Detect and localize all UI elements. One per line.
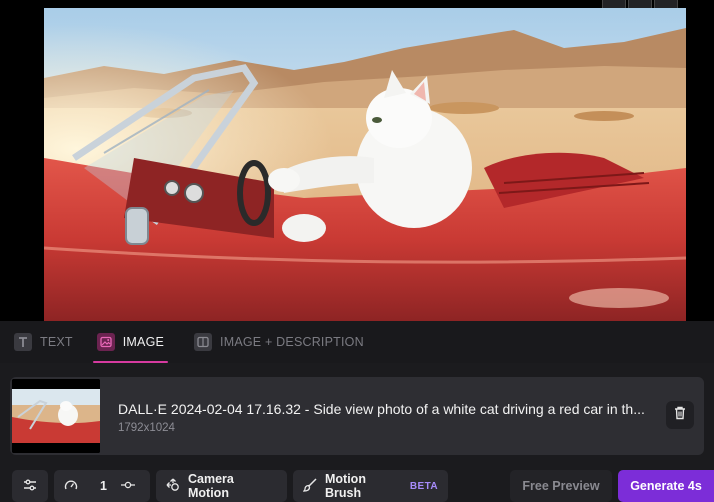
camera-motion-icon <box>166 478 180 495</box>
brush-icon <box>302 477 317 495</box>
uploaded-file-panel: DALL·E 2024-02-04 17.16.32 - Side view p… <box>0 363 714 463</box>
generate-button[interactable]: Generate 4s <box>618 470 714 502</box>
tab-label: IMAGE + DESCRIPTION <box>220 335 364 349</box>
seed-control: 1 <box>54 470 150 502</box>
input-mode-tabs: TEXT IMAGE IMAGE + DESCRIPTION <box>0 321 714 364</box>
image-description-icon <box>194 333 213 351</box>
uploaded-image-preview <box>44 8 686 321</box>
free-preview-button[interactable]: Free Preview <box>510 470 612 502</box>
sliders-icon <box>23 479 37 494</box>
speedometer-icon[interactable] <box>64 479 78 494</box>
motion-brush-label: Motion Brush <box>325 472 366 500</box>
delete-image-button[interactable] <box>666 401 694 429</box>
image-icon <box>96 333 115 351</box>
camera-motion-label: Camera Motion <box>188 472 234 500</box>
generation-toolbar: 1 Camera Motion Motion Brush BETA Free P… <box>0 463 714 502</box>
file-name: DALL·E 2024-02-04 17.16.32 - Side view p… <box>118 401 645 417</box>
uploaded-file-card: DALL·E 2024-02-04 17.16.32 - Side view p… <box>10 377 704 455</box>
tab-text[interactable]: TEXT <box>0 321 85 363</box>
file-dimensions: 1792x1024 <box>118 422 175 434</box>
tab-label: IMAGE <box>122 335 165 349</box>
trash-icon <box>674 406 686 425</box>
tab-image-description[interactable]: IMAGE + DESCRIPTION <box>182 321 376 363</box>
seed-icon[interactable] <box>120 479 135 493</box>
beta-badge: BETA <box>409 480 438 492</box>
tab-image[interactable]: IMAGE <box>85 321 176 363</box>
tab-label: TEXT <box>40 335 73 349</box>
motion-brush-button[interactable]: Motion Brush BETA <box>293 470 448 502</box>
text-icon <box>14 333 32 351</box>
seed-value[interactable]: 1 <box>100 479 107 493</box>
settings-button[interactable] <box>12 470 48 502</box>
video-preview-area <box>0 0 714 321</box>
image-thumbnail <box>12 379 100 453</box>
camera-motion-button[interactable]: Camera Motion <box>156 470 287 502</box>
